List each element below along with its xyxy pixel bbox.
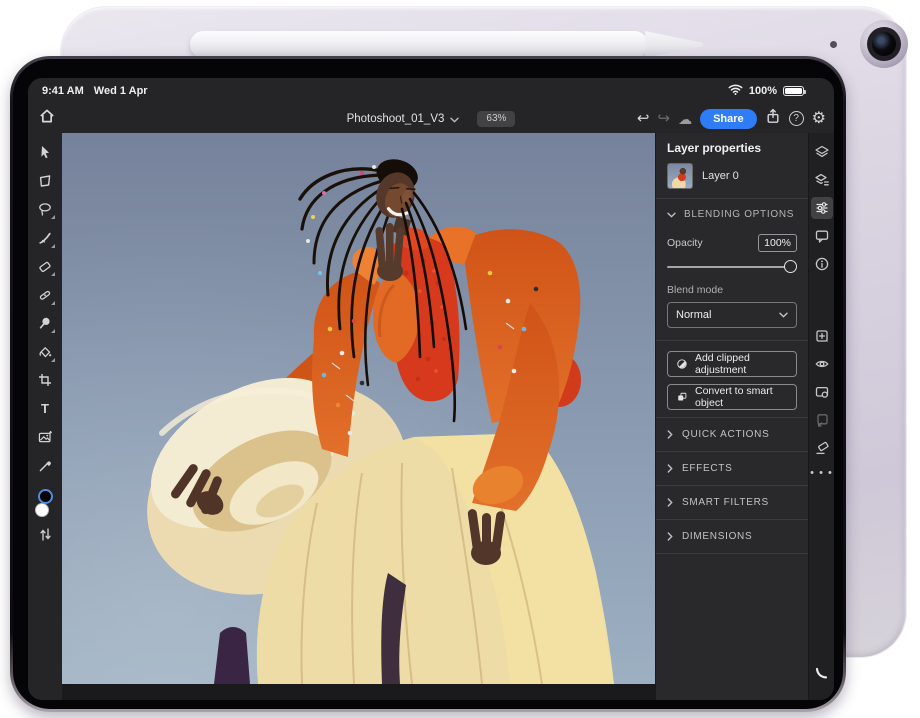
layer-properties-icon[interactable] <box>811 169 833 191</box>
chevron-right-icon <box>667 532 673 541</box>
chevron-down-icon <box>779 312 788 318</box>
apple-pencil <box>190 31 648 58</box>
foreground-color-chip[interactable] <box>38 489 53 504</box>
top-toolbar: Photoshoot_01_V3 63% ↩ ↪ ☁ Share <box>28 104 834 133</box>
chevron-right-icon <box>667 430 673 439</box>
task-rail: • • • <box>808 133 834 700</box>
visibility-icon[interactable] <box>811 353 833 375</box>
comments-icon[interactable] <box>811 225 833 247</box>
status-bar: 9:41 AM Wed 1 Apr 100% <box>28 78 834 104</box>
layer-mask-icon[interactable] <box>811 381 833 403</box>
front-ipad: 9:41 AM Wed 1 Apr 100% <box>10 56 846 712</box>
undo-icon[interactable]: ↩ <box>637 111 650 126</box>
info-icon[interactable] <box>811 253 833 275</box>
adjustments-icon[interactable] <box>811 197 833 219</box>
redo-icon[interactable]: ↪ <box>658 111 671 126</box>
zoom-level-badge[interactable]: 63% <box>477 111 515 127</box>
opacity-label: Opacity <box>667 237 703 249</box>
adjustment-icon <box>676 357 688 371</box>
battery-icon <box>783 86 804 96</box>
panel-title: Layer properties <box>667 141 797 155</box>
rear-camera <box>860 20 908 68</box>
type-tool[interactable]: T <box>34 398 56 420</box>
brush-tool[interactable] <box>34 227 56 249</box>
document-title[interactable]: Photoshoot_01_V3 <box>347 113 445 125</box>
opacity-value[interactable]: 100% <box>758 234 797 252</box>
place-photo-tool[interactable] <box>34 426 56 448</box>
layer-thumbnail[interactable] <box>667 163 693 189</box>
layer-row[interactable]: Layer 0 <box>667 163 797 189</box>
background-color-chip[interactable] <box>35 503 49 517</box>
layers-icon[interactable] <box>811 141 833 163</box>
chevron-right-icon <box>667 498 673 507</box>
tool-rail: T <box>28 133 62 700</box>
product-scene: 9:41 AM Wed 1 Apr 100% <box>0 0 920 718</box>
microphone-dot <box>830 41 837 48</box>
section-effects[interactable]: EFFECTS <box>656 452 808 485</box>
help-icon[interactable]: ? <box>789 111 804 126</box>
layer-name: Layer 0 <box>702 170 739 182</box>
chevron-right-icon <box>667 464 673 473</box>
move-tool[interactable] <box>34 141 56 163</box>
clipping-mask-icon[interactable] <box>811 409 833 431</box>
cloud-sync-icon[interactable]: ☁ <box>678 112 692 126</box>
add-layer-icon[interactable] <box>811 325 833 347</box>
lasso-tool[interactable] <box>34 198 56 220</box>
clock-date: Wed 1 Apr <box>94 85 148 97</box>
settings-gear-icon[interactable]: ⚙ <box>812 111 826 127</box>
section-dimensions[interactable]: DIMENSIONS <box>656 520 808 553</box>
screen: 9:41 AM Wed 1 Apr 100% <box>28 78 834 700</box>
slider-knob[interactable] <box>784 260 797 273</box>
divider <box>656 553 808 554</box>
wifi-icon <box>728 84 743 98</box>
eyedropper-tool[interactable] <box>34 455 56 477</box>
color-swatches[interactable] <box>33 489 57 519</box>
smart-object-icon <box>676 390 688 404</box>
chevron-down-icon[interactable] <box>450 110 459 128</box>
healing-brush-tool[interactable] <box>34 284 56 306</box>
chevron-down-icon <box>667 212 676 218</box>
convert-to-smart-object-button[interactable]: Convert to smart object <box>667 384 797 410</box>
section-quick-actions[interactable]: QUICK ACTIONS <box>656 418 808 451</box>
opacity-slider[interactable] <box>667 260 797 274</box>
blend-mode-dropdown[interactable]: Normal <box>667 302 797 328</box>
dodge-tool[interactable] <box>34 312 56 334</box>
more-options-icon[interactable]: • • • <box>810 467 833 479</box>
slider-track[interactable] <box>667 266 795 268</box>
fill-tool[interactable] <box>34 341 56 363</box>
add-clipped-adjustment-button[interactable]: Add clipped adjustment <box>667 351 797 377</box>
section-smart-filters[interactable]: SMART FILTERS <box>656 486 808 519</box>
camera-lens <box>872 32 896 56</box>
blend-mode-label: Blend mode <box>667 284 797 296</box>
share-button[interactable]: Share <box>700 109 757 129</box>
swap-colors-icon[interactable] <box>34 523 56 545</box>
layer-properties-panel: Layer properties Layer 0 BLENDING OPTION… <box>655 133 808 700</box>
corner-arc-icon <box>815 666 828 684</box>
blending-options-header[interactable]: BLENDING OPTIONS <box>656 199 808 230</box>
document-canvas[interactable] <box>62 133 655 700</box>
eraser-tool[interactable] <box>34 255 56 277</box>
clock-time: 9:41 AM <box>42 85 84 97</box>
battery-percent: 100% <box>749 85 777 97</box>
transform-tool[interactable] <box>34 170 56 192</box>
crop-tool[interactable] <box>34 369 56 391</box>
canvas-photo[interactable] <box>62 133 655 684</box>
flatten-icon[interactable] <box>811 437 833 459</box>
export-icon[interactable] <box>765 108 781 130</box>
